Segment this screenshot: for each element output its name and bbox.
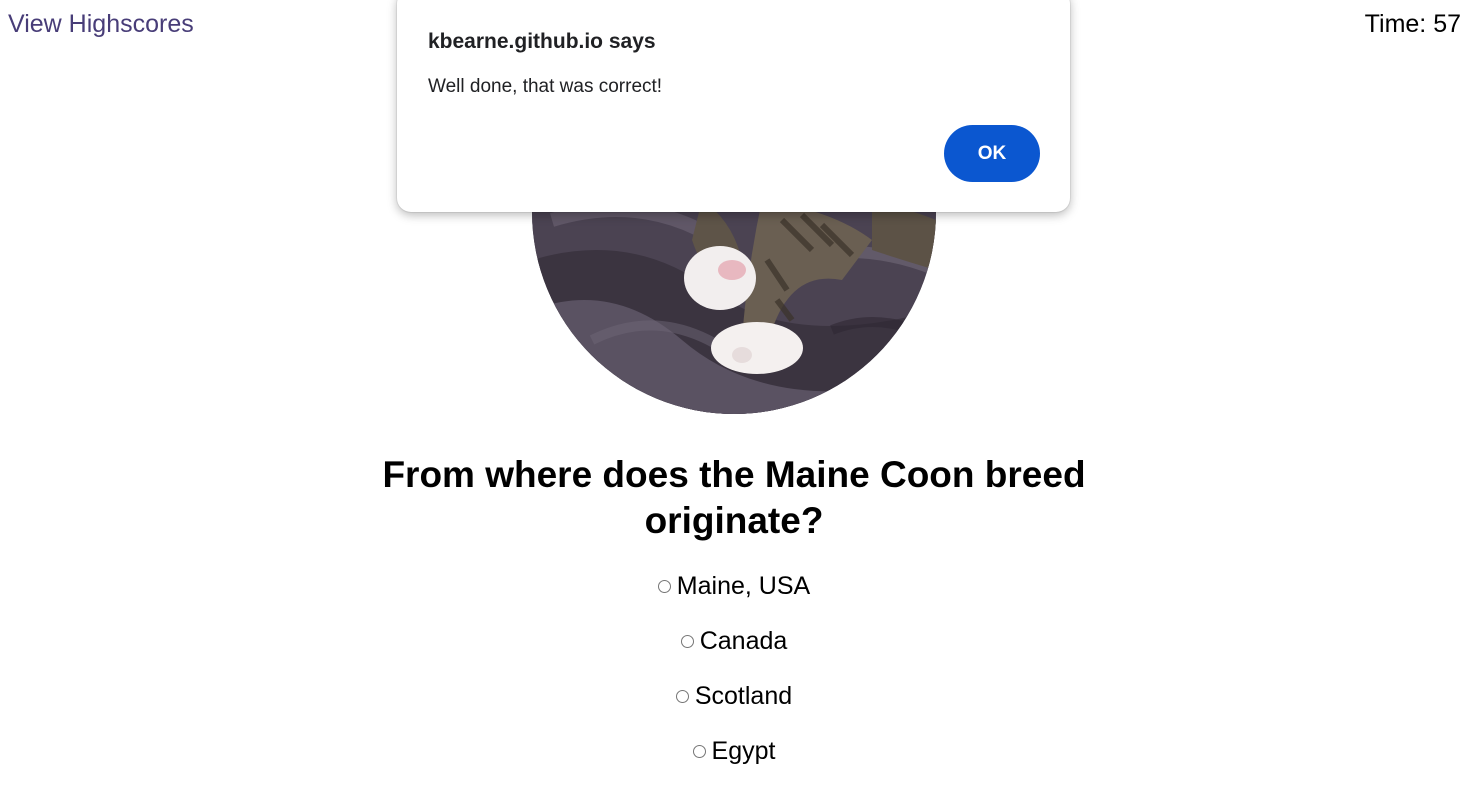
radio-button[interactable]: [675, 689, 689, 703]
quiz-page: View Highscores Time: 57 From where does…: [0, 0, 1467, 808]
ok-button[interactable]: OK: [944, 125, 1040, 182]
answer-label: Canada: [699, 626, 788, 655]
answer-label: Scotland: [694, 681, 793, 710]
answer-label: Egypt: [711, 736, 776, 765]
answer-option-maine-usa[interactable]: Maine, USA: [333, 566, 1135, 606]
answer-list: Maine, USA Canada Scotland Egypt: [333, 566, 1135, 786]
radio-button[interactable]: [680, 634, 694, 648]
timer: Time: 57: [1364, 10, 1461, 38]
radio-button[interactable]: [692, 744, 706, 758]
view-highscores-link[interactable]: View Highscores: [8, 10, 194, 39]
answer-option-scotland[interactable]: Scotland: [333, 676, 1135, 716]
alert-dialog: kbearne.github.io says Well done, that w…: [397, 0, 1070, 212]
answer-option-canada[interactable]: Canada: [333, 621, 1135, 661]
dialog-message: Well done, that was correct!: [428, 76, 663, 97]
radio-button[interactable]: [657, 579, 671, 593]
question-heading: From where does the Maine Coon breed ori…: [382, 454, 1086, 541]
answer-option-egypt[interactable]: Egypt: [333, 731, 1135, 771]
dialog-title: kbearne.github.io says: [428, 30, 656, 53]
answer-label: Maine, USA: [676, 571, 811, 600]
